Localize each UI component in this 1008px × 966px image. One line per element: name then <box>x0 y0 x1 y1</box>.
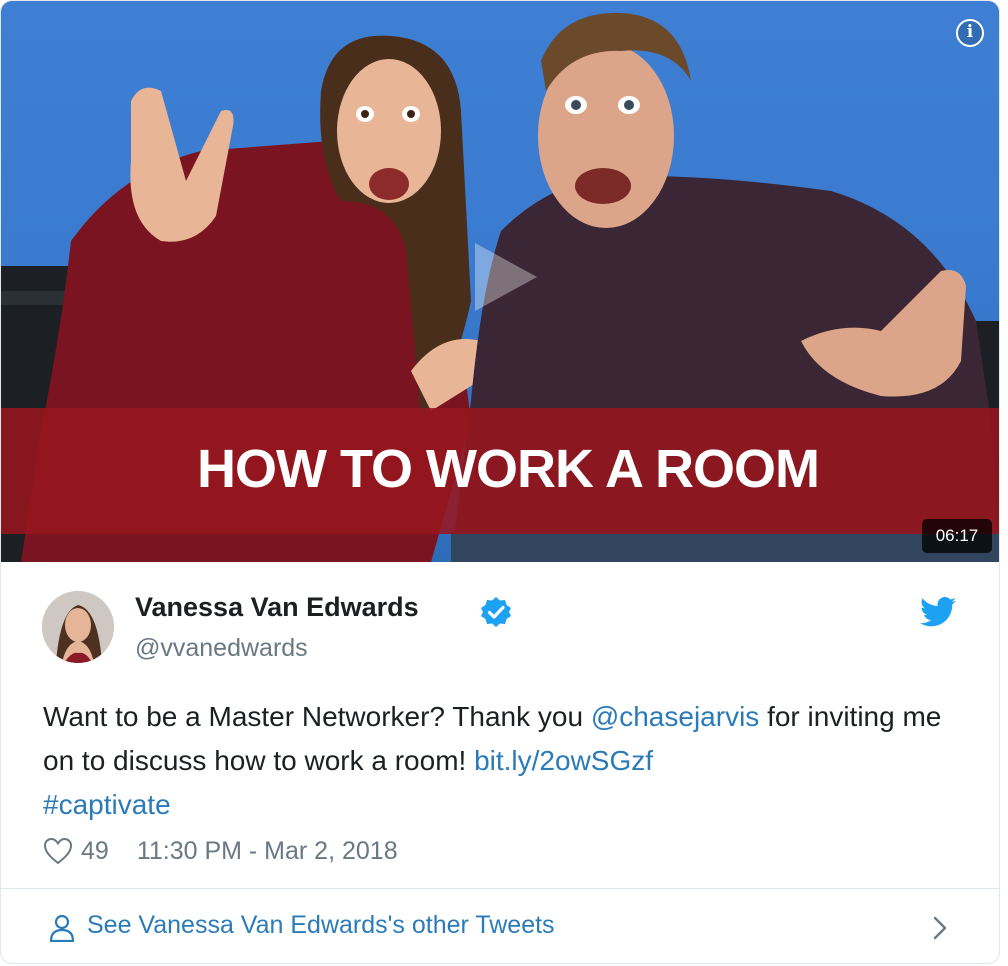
hashtag-link[interactable]: #captivate <box>43 789 171 820</box>
chevron-right-icon <box>933 916 947 940</box>
see-other-tweets-link[interactable]: See Vanessa Van Edwards's other Tweets <box>87 911 555 940</box>
tweet-meta: 49 11:30 PM - Mar 2, 2018 <box>43 835 398 867</box>
person-icon <box>49 914 75 942</box>
info-icon[interactable]: i <box>956 19 984 47</box>
video-duration: 06:17 <box>922 519 992 553</box>
author-name[interactable]: Vanessa Van Edwards <box>135 592 419 623</box>
tweet-text: Want to be a Master Networker? Thank you… <box>43 695 943 827</box>
avatar[interactable] <box>42 591 114 663</box>
like-count[interactable]: 49 <box>81 837 109 866</box>
mention-link[interactable]: @chasejarvis <box>591 701 759 732</box>
avatar-image <box>42 591 114 663</box>
embedded-tweet-card: HOW TO WORK A ROOM i 06:17 Vanessa Van E… <box>0 0 1000 964</box>
author-handle[interactable]: @vvanedwards <box>135 634 308 663</box>
see-other-tweets-row[interactable]: See Vanessa Van Edwards's other Tweets <box>1 889 999 963</box>
video-player[interactable]: HOW TO WORK A ROOM i 06:17 <box>1 1 999 562</box>
twitter-bird-icon[interactable] <box>919 597 957 627</box>
tweet-text-part: Want to be a Master Networker? Thank you <box>43 701 591 732</box>
play-icon[interactable] <box>471 239 541 315</box>
heart-icon[interactable] <box>43 837 73 865</box>
tweet-timestamp[interactable]: 11:30 PM - Mar 2, 2018 <box>137 837 398 866</box>
short-url-link[interactable]: bit.ly/2owSGzf <box>474 745 653 776</box>
verified-badge-icon <box>481 597 511 627</box>
video-title: HOW TO WORK A ROOM <box>197 439 820 499</box>
